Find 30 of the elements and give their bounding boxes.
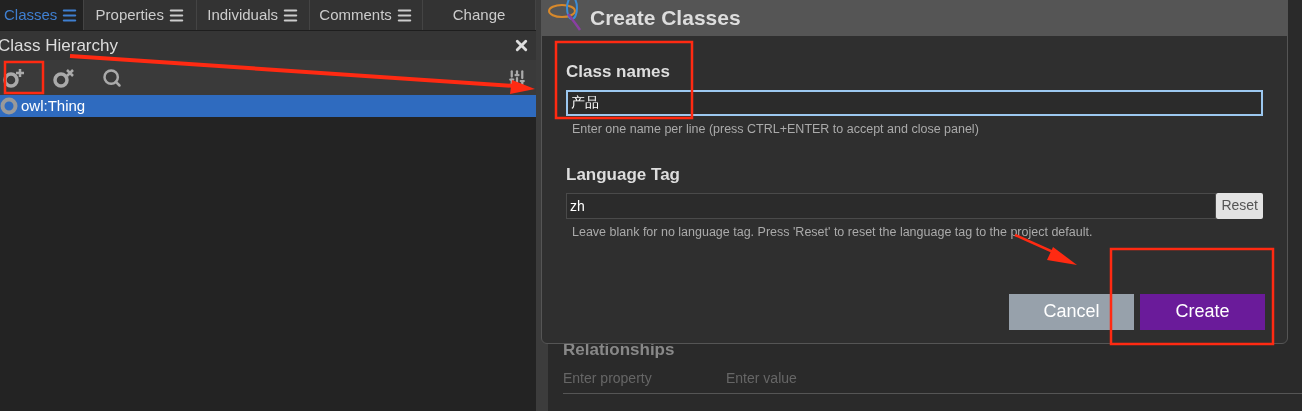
class-icon — [0, 97, 20, 115]
field-label: Class names — [566, 61, 671, 83]
delete-class-icon[interactable] — [52, 66, 76, 89]
add-class-icon[interactable] — [2, 66, 26, 89]
value-field[interactable]: Enter value — [726, 368, 886, 389]
close-icon[interactable] — [513, 37, 530, 54]
property-field[interactable]: Enter property — [563, 368, 706, 389]
field-hint: Enter one name per line (press CTRL+ENTER to accept and close panel) — [572, 120, 980, 138]
search-icon[interactable] — [102, 67, 122, 88]
field-hint: Leave blank for no language tag. Press 'Reset' to reset the language tag to the project default. — [572, 223, 1094, 241]
tab[interactable]: Individuals — [197, 0, 311, 30]
text-field[interactable]: 产品 — [566, 89, 1263, 116]
tree-item[interactable]: owl:Thing — [0, 95, 536, 117]
dialog-title: Create Classes — [590, 7, 741, 28]
menu-icon — [61, 6, 79, 24]
section-heading: Relationships — [563, 338, 676, 361]
logo-icon — [546, 0, 584, 32]
tab[interactable]: Properties — [84, 0, 198, 30]
annotation-box — [3, 60, 45, 95]
tab[interactable]: Comments — [310, 0, 424, 30]
tab[interactable]: Classes — [0, 0, 85, 30]
tab[interactable]: Change — [423, 0, 536, 30]
menu-icon — [167, 6, 185, 24]
create-button[interactable]: Create — [1140, 293, 1265, 330]
reset-button[interactable]: Reset — [1216, 192, 1263, 219]
menu-icon — [395, 6, 413, 24]
settings-icon[interactable] — [508, 68, 526, 87]
text-field[interactable]: zh — [566, 192, 1217, 219]
field-label: Language Tag — [566, 164, 681, 187]
menu-icon — [282, 6, 300, 24]
